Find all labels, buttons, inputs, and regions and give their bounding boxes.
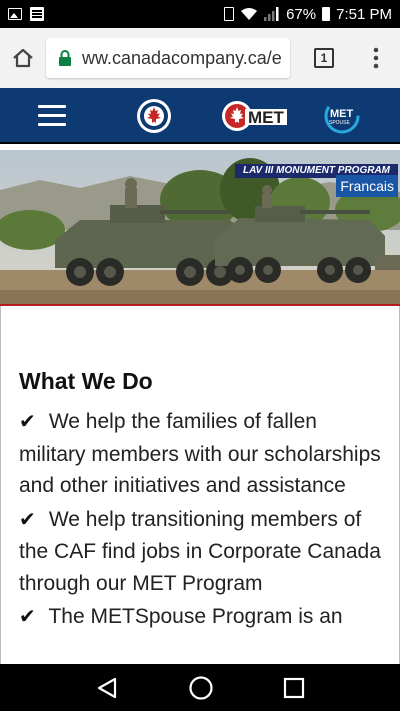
battery-percent: 67%	[286, 5, 317, 23]
metspouse-logo[interactable]: MET SPOUSE	[320, 98, 364, 134]
language-toggle-button[interactable]: Francais	[336, 175, 398, 197]
list-item: ✔ The METSpouse Program is an	[19, 601, 389, 634]
list-item: ✔ We help the families of fallen militar…	[19, 406, 389, 502]
main-content: What We Do ✔ We help the families of fal…	[0, 306, 400, 664]
home-button[interactable]	[0, 28, 46, 88]
status-bar: 67% 7:51 PM	[0, 0, 400, 28]
list-item: ✔ We help transitioning members of the C…	[19, 504, 389, 600]
met-logo[interactable]: MET	[221, 98, 289, 134]
met-maple-leaf-icon: MET	[222, 101, 287, 131]
home-circle-icon[interactable]	[188, 675, 214, 701]
met-logo-text: MET	[248, 108, 285, 127]
list-item-text: The METSpouse Program is an	[48, 605, 343, 628]
wifi-icon	[241, 8, 258, 20]
site-header: MET MET SPOUSE	[0, 88, 400, 144]
system-navigation-bar	[0, 664, 400, 711]
lock-icon	[59, 50, 71, 66]
section-heading: What We Do	[19, 368, 153, 394]
clock: 7:51 PM	[336, 5, 392, 23]
checkmark-icon: ✔	[19, 411, 36, 433]
url-text: ww.canadacompany.ca/e	[82, 47, 282, 68]
metspouse-logo-text: MET	[330, 108, 354, 120]
checkmark-icon: ✔	[19, 606, 36, 628]
checkmark-icon: ✔	[19, 508, 36, 531]
list-item-text: We help the families of fallen military …	[19, 410, 381, 497]
recents-icon[interactable]	[283, 677, 305, 699]
services-list: ✔ We help the families of fallen militar…	[19, 406, 389, 636]
battery-icon	[322, 7, 331, 21]
browser-toolbar: ww.canadacompany.ca/e 1	[0, 28, 400, 88]
canada-company-logo-icon[interactable]	[136, 98, 172, 134]
document-icon	[30, 7, 44, 21]
metspouse-logo-subtext: SPOUSE	[329, 120, 351, 126]
hamburger-menu-icon[interactable]	[38, 105, 66, 127]
hero-banner: LAV III MONUMENT PROGRAM Francais	[0, 150, 400, 306]
vibrate-icon	[224, 7, 235, 21]
browser-menu-button[interactable]	[352, 28, 400, 88]
image-icon	[8, 8, 22, 20]
home-icon	[13, 48, 33, 68]
more-vert-icon	[373, 47, 379, 69]
list-item-text: We help transitioning members of the CAF…	[19, 507, 381, 595]
back-icon[interactable]	[95, 676, 119, 700]
metspouse-swoosh-icon: MET SPOUSE	[324, 98, 360, 134]
tab-count: 1	[314, 48, 334, 68]
tab-switcher-button[interactable]: 1	[296, 28, 352, 88]
url-field[interactable]: ww.canadacompany.ca/e	[46, 38, 290, 78]
signal-icon	[264, 7, 279, 21]
